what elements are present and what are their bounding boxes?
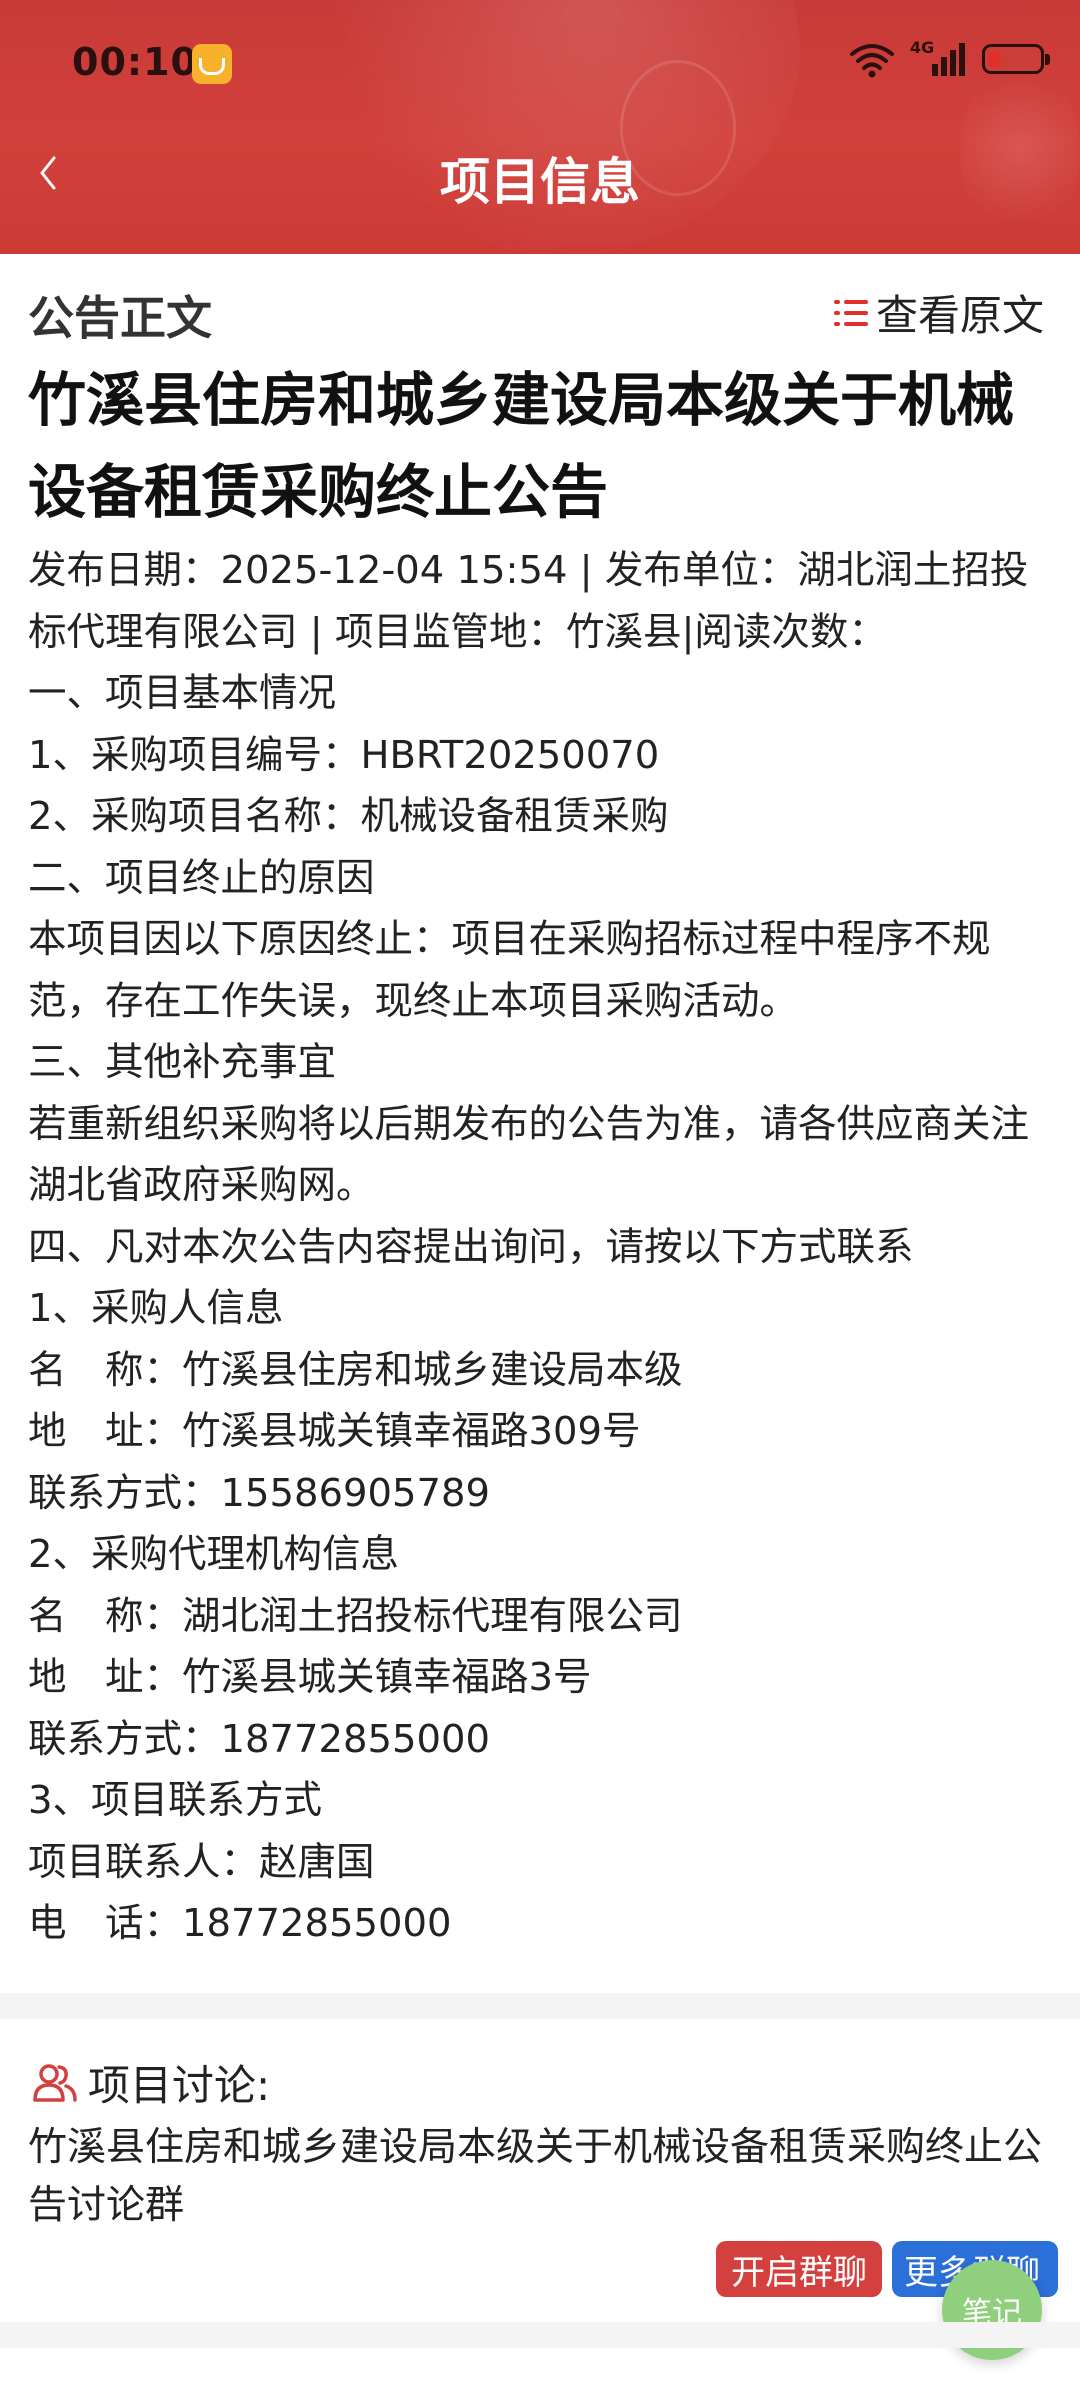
section-label: 公告正文 [28, 291, 212, 345]
status-time: 00:10 [72, 40, 198, 84]
discussion-label: 项目讨论: [88, 2061, 271, 2110]
app-header: 00:10 4G 项目信息 [0, 0, 1080, 254]
article-title: 竹溪县住房和城乡建设局本级关于机械设备租赁采购终止公告 [28, 366, 1015, 526]
body-line: 3、项目联系方式 [28, 1778, 322, 1823]
signal-icon: 4G [910, 38, 968, 78]
article-body: 发布日期：2025-12-04 15:54 | 发布单位：湖北润土招投标代理有限… [28, 540, 1058, 1955]
body-line: 地 址：竹溪县城关镇幸福路309号 [28, 1409, 641, 1454]
notification-app-icon [192, 44, 232, 84]
body-line: 电 话：18772855000 [28, 1901, 452, 1946]
page-title: 项目信息 [440, 153, 640, 211]
view-original-button[interactable]: 查看原文 [833, 282, 1044, 343]
article-meta: 发布日期：2025-12-04 15:54 | 发布单位：湖北润土招投标代理有限… [28, 548, 1029, 655]
open-group-chat-button[interactable]: 开启群聊 [716, 2241, 882, 2297]
body-line: 四、凡对本次公告内容提出询问，请按以下方式联系 [28, 1224, 914, 1270]
body-line: 2、采购代理机构信息 [28, 1532, 399, 1577]
body-line: 项目联系人：赵唐国 [28, 1839, 375, 1885]
body-line: 1、采购项目编号：HBRT20250070 [28, 732, 660, 778]
section-divider [0, 2322, 1080, 2348]
section-divider [0, 1993, 1080, 2019]
body-line: 地 址：竹溪县城关镇幸福路3号 [28, 1655, 592, 1700]
discussion-group-name[interactable]: 竹溪县住房和城乡建设局本级关于机械设备租赁采购终止公告讨论群 [28, 2119, 1058, 2235]
body-line: 联系方式：18772855000 [28, 1716, 490, 1762]
body-line: 本项目因以下原因终止：项目在采购招标过程中程序不规范，存在工作失误，现终止本项目… [28, 917, 991, 1024]
body-line: 名 称：竹溪县住房和城乡建设局本级 [28, 1347, 683, 1393]
body-line: 三、其他补充事宜 [28, 1040, 337, 1085]
body-line: 2、采购项目名称：机械设备租赁采购 [28, 794, 669, 839]
group-users-icon [33, 2063, 77, 2102]
body-line: 二、项目终止的原因 [28, 855, 375, 901]
wifi-icon [850, 44, 894, 78]
status-icons: 4G [848, 38, 1050, 78]
body-line: 1、采购人信息 [28, 1286, 284, 1331]
discussion-header: 项目讨论: [32, 2052, 270, 2113]
body-line: 名 称：湖北润土招投标代理有限公司 [28, 1593, 683, 1639]
body-line: 若重新组织采购将以后期发布的公告为准，请各供应商关注湖北省政府采购网。 [28, 1101, 1030, 1209]
battery-icon [982, 44, 1050, 74]
view-original-label: 查看原文 [875, 291, 1044, 340]
body-line: 联系方式：15586905789 [28, 1470, 490, 1516]
body-line: 一、项目基本情况 [28, 671, 337, 716]
list-icon [833, 298, 868, 328]
